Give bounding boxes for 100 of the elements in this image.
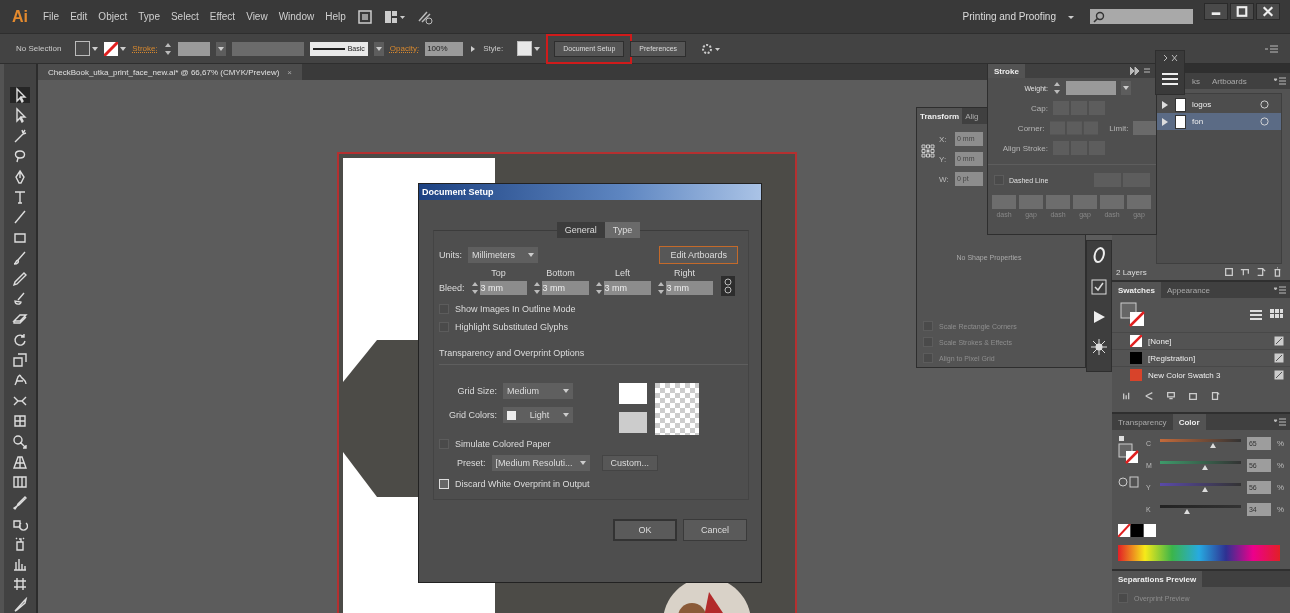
menu-item[interactable]: Effect xyxy=(209,11,236,22)
fill-swatch[interactable] xyxy=(75,41,99,56)
units-dropdown[interactable]: Millimeters xyxy=(468,247,538,263)
stroke-label[interactable]: Stroke: xyxy=(132,44,158,53)
menu-item[interactable]: Window xyxy=(278,11,315,22)
bridge-icon[interactable] xyxy=(356,8,373,25)
reference-point-icon[interactable] xyxy=(921,144,935,158)
collapse-icon[interactable] xyxy=(1130,67,1150,75)
panel-action-icon[interactable] xyxy=(1188,391,1198,401)
grid-size-dropdown[interactable]: Medium xyxy=(503,383,573,399)
swatch-row[interactable]: New Color Swatch 3 xyxy=(1112,366,1290,383)
menu-item[interactable]: File xyxy=(43,11,60,22)
panel-tab[interactable]: Transform xyxy=(917,108,963,124)
minimize-icon[interactable] xyxy=(1204,3,1228,20)
color-spectrum[interactable] xyxy=(1118,545,1280,561)
dash-field[interactable] xyxy=(1100,195,1124,209)
list-view-icon[interactable] xyxy=(1248,307,1264,323)
bleed-field[interactable]: 3 mm xyxy=(665,281,713,295)
default-swatches[interactable] xyxy=(1118,524,1156,537)
dialog-button[interactable]: OK xyxy=(613,519,677,541)
paper-color-swatch[interactable] xyxy=(619,383,647,404)
close-icon[interactable] xyxy=(1162,54,1178,62)
menu-item[interactable]: Help xyxy=(325,11,346,22)
checklist-icon[interactable] xyxy=(1091,279,1107,295)
glyph-o-icon[interactable] xyxy=(1091,245,1107,265)
menu-icon[interactable] xyxy=(1161,72,1179,86)
fill-stroke-icon[interactable] xyxy=(1120,302,1146,328)
stroke-weight-field[interactable] xyxy=(177,41,210,56)
rotate-icon[interactable] xyxy=(12,331,28,348)
edit-artboards-button[interactable]: Edit Artboards xyxy=(659,246,738,264)
grid-colors-dropdown[interactable]: Light xyxy=(503,407,573,423)
menu-item[interactable]: Edit xyxy=(70,11,88,22)
panel-action-icon[interactable] xyxy=(1144,391,1154,401)
panel-action-icon[interactable] xyxy=(1256,267,1266,277)
dash-field[interactable] xyxy=(1127,195,1151,209)
sun-icon[interactable] xyxy=(1091,339,1107,355)
panel-tab[interactable]: Appearance xyxy=(1160,282,1217,298)
arrange-documents-icon[interactable] xyxy=(383,8,406,25)
bleed-field[interactable]: 3 mm xyxy=(603,281,651,295)
panel-menu-icon[interactable] xyxy=(1274,286,1286,294)
scale-icon[interactable] xyxy=(12,352,28,369)
slider-thumb[interactable] xyxy=(1202,486,1209,492)
panel-tab[interactable]: ks xyxy=(1186,73,1206,89)
document-tab[interactable]: CheckBook_utka_print_face_new.ai* @ 66,67% (CMYK/Preview) × xyxy=(38,64,303,80)
eyedropper-icon[interactable] xyxy=(12,494,28,511)
swatch-row[interactable]: [None] xyxy=(1112,332,1290,349)
bleed-field[interactable]: 3 mm xyxy=(541,281,589,295)
graph-icon[interactable] xyxy=(12,556,28,572)
panel-tab[interactable]: Transparency xyxy=(1112,414,1173,430)
panel-menu-icon[interactable] xyxy=(1274,418,1286,426)
panel-menu-icon[interactable] xyxy=(1274,77,1286,85)
panel-tab[interactable]: Artboards xyxy=(1206,73,1253,89)
opacity-label[interactable]: Opacity: xyxy=(389,44,420,53)
variable-width-field[interactable] xyxy=(231,41,304,56)
panel-tab[interactable]: Separations Preview xyxy=(1112,571,1203,587)
dialog-tab[interactable]: Type xyxy=(604,222,641,238)
brush-icon[interactable] xyxy=(12,250,28,267)
slider-thumb[interactable] xyxy=(1202,464,1209,470)
search-field[interactable] xyxy=(1090,9,1193,24)
grid-icon[interactable] xyxy=(12,454,28,471)
stroke-swatch[interactable] xyxy=(104,41,127,56)
panel-tab[interactable]: Stroke xyxy=(988,64,1025,78)
dash-field[interactable] xyxy=(1046,195,1070,209)
grid-color-swatch[interactable] xyxy=(619,412,647,433)
artboard-icon[interactable] xyxy=(12,576,28,593)
panel-action-icon[interactable] xyxy=(1166,391,1176,401)
line-icon[interactable] xyxy=(12,209,28,226)
mode-icons[interactable] xyxy=(1118,476,1140,488)
panel-action-icon[interactable] xyxy=(1224,267,1234,277)
spinner-icon[interactable] xyxy=(1053,80,1061,96)
style-swatch[interactable] xyxy=(517,41,541,56)
transform-icon[interactable] xyxy=(12,413,28,430)
custom-button[interactable]: Custom... xyxy=(601,455,659,471)
dropdown-button[interactable] xyxy=(373,41,384,56)
panel-tab[interactable]: Swatches xyxy=(1112,282,1161,298)
panel-action-icon[interactable] xyxy=(1210,391,1220,401)
link-icon[interactable] xyxy=(720,276,735,296)
dropdown-button[interactable] xyxy=(1121,81,1131,95)
close-tab-button[interactable]: × xyxy=(287,67,293,77)
dash-field[interactable] xyxy=(1019,195,1043,209)
maximize-icon[interactable] xyxy=(1230,3,1254,20)
menu-item[interactable]: Type xyxy=(138,11,160,22)
dropdown-button[interactable] xyxy=(215,41,226,56)
play-icon[interactable] xyxy=(1091,309,1107,325)
panel-action-icon[interactable] xyxy=(1272,267,1282,277)
pen-icon[interactable] xyxy=(12,168,28,185)
dash-field[interactable] xyxy=(992,195,1016,209)
workspace-switcher[interactable]: Printing and Proofing xyxy=(962,11,1056,22)
panel-action-icon[interactable] xyxy=(1122,391,1132,401)
fill-stroke-icon[interactable] xyxy=(1118,436,1140,466)
slider-thumb[interactable] xyxy=(1184,508,1191,514)
pencil-icon[interactable] xyxy=(12,270,28,287)
dialog-tab[interactable]: General xyxy=(556,222,605,238)
close-icon[interactable] xyxy=(1256,3,1280,20)
menu-item[interactable]: Object xyxy=(98,11,128,22)
bleed-field[interactable]: 3 mm xyxy=(479,281,527,295)
gradient-icon[interactable] xyxy=(12,474,28,491)
panel-tab[interactable]: Color xyxy=(1172,414,1206,430)
lasso-icon[interactable] xyxy=(12,148,28,165)
wand-icon[interactable] xyxy=(12,127,28,144)
